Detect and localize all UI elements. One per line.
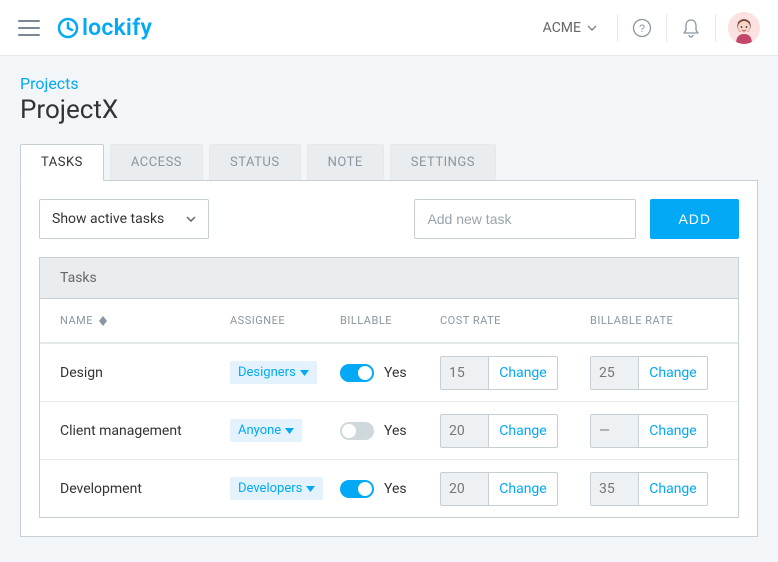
assignee-label: Developers [238,481,302,496]
workspace-selector[interactable]: ACME [539,16,601,40]
divider [715,14,716,42]
billable-toggle[interactable] [340,422,374,440]
billable-label: Yes [384,365,407,381]
col-name-label: NAME [60,314,93,327]
billable-rate-value: 25 [591,357,639,389]
assignee-selector[interactable]: Designers [230,361,317,384]
task-name[interactable]: Development [60,481,230,497]
col-billable: BILLABLE [340,314,440,327]
change-billable-rate-button[interactable]: Change [639,415,707,447]
svg-text:?: ? [639,23,645,35]
cost-rate-value: 20 [441,415,489,447]
toolbar: Show active tasks ADD [39,199,739,239]
chevron-down-icon [285,428,294,434]
workspace-name: ACME [543,20,581,36]
billable-label: Yes [384,481,407,497]
table-row: Development Developers Yes 20 Change [40,459,738,517]
tab-status[interactable]: STATUS [209,144,301,181]
cost-rate-value: 20 [441,473,489,505]
task-name[interactable]: Client management [60,423,230,439]
help-button[interactable]: ? [622,8,662,48]
cost-rate-field: 20 Change [440,472,558,506]
tasks-table: Tasks NAME ASSIGNEE BILLABLE COST RATE B… [39,257,739,518]
cost-rate-field: 20 Change [440,414,558,448]
table-row: Client management Anyone Yes 20 Change [40,401,738,459]
add-task-button[interactable]: ADD [650,199,739,239]
bell-icon [682,18,700,38]
change-billable-rate-button[interactable]: Change [639,473,707,505]
page-title: ProjectX [20,95,758,125]
billable-toggle[interactable] [340,364,374,382]
change-cost-rate-button[interactable]: Change [489,357,557,389]
billable-rate-field: 35 Change [590,472,708,506]
avatar[interactable] [728,12,760,44]
tab-tasks[interactable]: TASKS [20,144,104,181]
col-billable-rate: BILLABLE RATE [590,314,740,327]
billable-toggle[interactable] [340,480,374,498]
topbar: lockify ACME ? [0,0,778,56]
tab-note[interactable]: NOTE [307,144,384,181]
task-name[interactable]: Design [60,365,230,381]
cost-rate-value: 15 [441,357,489,389]
logo[interactable]: lockify [56,14,152,41]
col-cost-rate: COST RATE [440,314,590,327]
table-header: NAME ASSIGNEE BILLABLE COST RATE BILLABL… [40,299,738,343]
tab-panel: Show active tasks ADD Tasks NAME [20,180,758,537]
change-cost-rate-button[interactable]: Change [489,473,557,505]
breadcrumb[interactable]: Projects [20,74,758,93]
logo-text: lockify [82,14,152,41]
billable-rate-value: 35 [591,473,639,505]
change-cost-rate-button[interactable]: Change [489,415,557,447]
table-row: Design Designers Yes 15 Change [40,343,738,401]
tab-settings[interactable]: SETTINGS [390,144,496,181]
chevron-down-icon [300,370,309,376]
table-caption: Tasks [40,258,738,299]
sort-icon [99,316,107,326]
billable-label: Yes [384,423,407,439]
chevron-down-icon [587,25,597,31]
add-task-input[interactable] [414,199,636,239]
assignee-selector[interactable]: Developers [230,477,323,500]
assignee-label: Anyone [238,423,281,438]
change-billable-rate-button[interactable]: Change [639,357,707,389]
notifications-button[interactable] [671,8,711,48]
col-assignee: ASSIGNEE [230,314,340,327]
tabs: TASKS ACCESS STATUS NOTE SETTINGS [20,143,758,180]
chevron-down-icon [186,216,196,222]
assignee-selector[interactable]: Anyone [230,419,302,442]
divider [666,14,667,42]
clock-icon [56,16,80,40]
col-name[interactable]: NAME [60,314,230,327]
divider [617,14,618,42]
help-icon: ? [632,18,652,38]
cost-rate-field: 15 Change [440,356,558,390]
filter-select[interactable]: Show active tasks [39,199,209,239]
tab-access[interactable]: ACCESS [110,144,203,181]
filter-selected: Show active tasks [52,211,164,227]
avatar-image [728,12,760,44]
hamburger-menu-button[interactable] [18,17,40,39]
billable-rate-field: — Change [590,414,708,448]
assignee-label: Designers [238,365,296,380]
page: Projects ProjectX TASKS ACCESS STATUS NO… [0,56,778,557]
billable-rate-field: 25 Change [590,356,708,390]
billable-rate-value: — [591,415,639,447]
chevron-down-icon [306,486,315,492]
